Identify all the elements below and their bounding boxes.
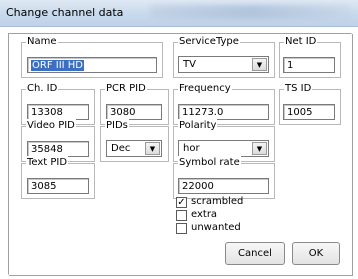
pids-value: Dec <box>111 143 131 154</box>
pcr-pid-field[interactable]: 3080 <box>106 104 162 120</box>
chevron-down-icon[interactable]: ▼ <box>145 142 160 155</box>
window-title: Change channel data <box>6 6 124 19</box>
video-pid-field[interactable]: 35848 <box>27 141 89 157</box>
symbol-rate-label: Symbol rate <box>178 156 241 170</box>
extra-checkbox[interactable] <box>176 210 187 221</box>
polarity-value: hor <box>183 143 200 154</box>
ts-id-field[interactable]: 1005 <box>283 104 335 120</box>
net-id-label: Net ID <box>284 35 318 49</box>
polarity-select[interactable]: hor ▼ <box>178 140 269 157</box>
unwanted-label: unwanted <box>191 222 241 233</box>
text-pid-label: Text PID <box>26 156 69 170</box>
text-pid-field[interactable]: 3085 <box>27 178 89 194</box>
service-type-value: TV <box>183 59 196 70</box>
ok-button[interactable]: OK <box>292 242 340 265</box>
name-field[interactable]: ORF III HD <box>27 57 157 73</box>
name-value: ORF III HD <box>31 60 84 71</box>
title-bar[interactable]: Change channel data <box>0 0 358 27</box>
ch-id-field[interactable]: 13308 <box>27 104 89 120</box>
pids-label: PIDs <box>105 119 129 133</box>
service-type-label: ServiceType <box>178 35 240 49</box>
net-id-field[interactable]: 1 <box>283 57 335 73</box>
pcr-pid-label: PCR PID <box>105 82 147 96</box>
symbol-rate-field[interactable]: 22000 <box>178 178 269 194</box>
chevron-down-icon[interactable]: ▼ <box>252 58 267 71</box>
frequency-field[interactable]: 11273.0 <box>178 104 269 120</box>
ts-id-label: TS ID <box>284 82 313 96</box>
cancel-button[interactable]: Cancel <box>225 242 285 265</box>
scrambled-label: scrambled <box>191 196 244 207</box>
scrambled-checkbox[interactable]: ✓ <box>176 197 187 208</box>
name-label: Name <box>26 35 58 49</box>
title-bar-blur <box>150 5 350 19</box>
extra-label: extra <box>191 209 218 220</box>
service-type-select[interactable]: TV ▼ <box>178 56 269 73</box>
ch-id-label: Ch. ID <box>26 82 59 96</box>
chevron-down-icon[interactable]: ▼ <box>252 142 267 155</box>
channel-data-panel: Name ORF III HD ServiceType TV ▼ Net ID … <box>8 33 352 275</box>
pids-select[interactable]: Dec ▼ <box>106 140 162 157</box>
unwanted-checkbox[interactable] <box>176 223 187 234</box>
video-pid-label: Video PID <box>26 119 76 133</box>
polarity-label: Polarity <box>178 119 218 133</box>
frequency-label: Frequency <box>178 82 232 96</box>
